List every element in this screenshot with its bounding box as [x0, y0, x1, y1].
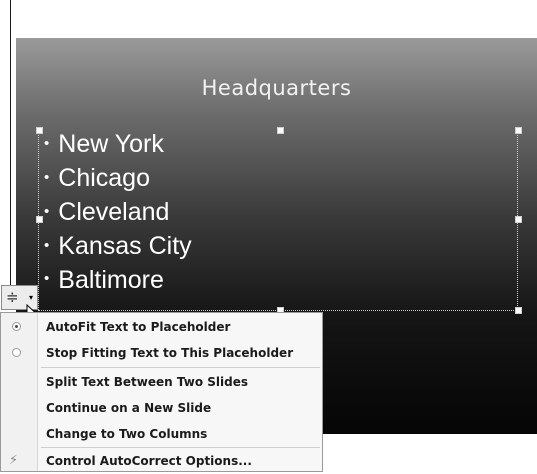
- bullet-dot-icon: •: [44, 134, 50, 152]
- bullet-text: Chicago: [58, 163, 150, 192]
- chevron-down-icon: ▾: [29, 293, 34, 302]
- menu-item-stop-fitting[interactable]: Stop Fitting Text to This Placeholder: [1, 340, 322, 366]
- bullet-text: Baltimore: [58, 265, 164, 294]
- bullet-item: • Baltimore: [44, 264, 192, 298]
- menu-item-label: Change to Two Columns: [46, 427, 208, 441]
- bullet-list[interactable]: • New York • Chicago • Cleveland • Kansas Ci…: [44, 128, 192, 297]
- bullet-text: New York: [58, 130, 164, 158]
- autofit-options-icon: ≑: [6, 288, 19, 306]
- resize-handle-middle-right[interactable]: [515, 216, 522, 223]
- pointer-line: [10, 0, 11, 292]
- bullet-item: • New York: [44, 128, 192, 162]
- menu-item-label: AutoFit Text to Placeholder: [46, 320, 231, 334]
- menu-item-two-columns[interactable]: Change to Two Columns: [1, 421, 322, 447]
- resize-handle-top-left[interactable]: [36, 127, 43, 134]
- menu-item-split-text[interactable]: Split Text Between Two Slides: [1, 369, 322, 395]
- bullet-dot-icon: •: [44, 168, 50, 186]
- bullet-item: • Cleveland: [44, 196, 192, 230]
- bullet-text: Cleveland: [58, 197, 170, 226]
- bullet-item: • Kansas City: [44, 230, 192, 264]
- bullet-item: • Chicago: [44, 162, 192, 196]
- resize-handle-bottom-right[interactable]: [515, 307, 522, 314]
- menu-item-label: Stop Fitting Text to This Placeholder: [46, 346, 294, 360]
- autocorrect-lightning-icon: ⚡: [9, 453, 19, 468]
- autofit-options-menu: AutoFit Text to Placeholder Stop Fitting…: [0, 312, 323, 472]
- bullet-dot-icon: •: [44, 236, 50, 254]
- bullet-dot-icon: •: [44, 202, 50, 220]
- menu-item-autocorrect-options[interactable]: ⚡ Control AutoCorrect Options...: [1, 448, 322, 474]
- bullet-text: Kansas City: [58, 231, 192, 260]
- menu-item-label: Split Text Between Two Slides: [46, 375, 248, 389]
- menu-item-autofit-text[interactable]: AutoFit Text to Placeholder: [1, 314, 322, 340]
- radio-selected-icon: [12, 322, 21, 331]
- menu-item-label: Continue on a New Slide: [46, 401, 212, 415]
- resize-handle-top-center[interactable]: [277, 127, 284, 134]
- menu-item-label: Control AutoCorrect Options...: [46, 454, 252, 468]
- bullet-dot-icon: •: [44, 270, 50, 288]
- menu-separator: [41, 367, 320, 368]
- resize-handle-middle-left[interactable]: [36, 216, 43, 223]
- slide-title[interactable]: Headquarters: [16, 76, 537, 100]
- resize-handle-top-right[interactable]: [515, 127, 522, 134]
- radio-unselected-icon: [12, 348, 21, 357]
- menu-item-continue-new-slide[interactable]: Continue on a New Slide: [1, 395, 322, 421]
